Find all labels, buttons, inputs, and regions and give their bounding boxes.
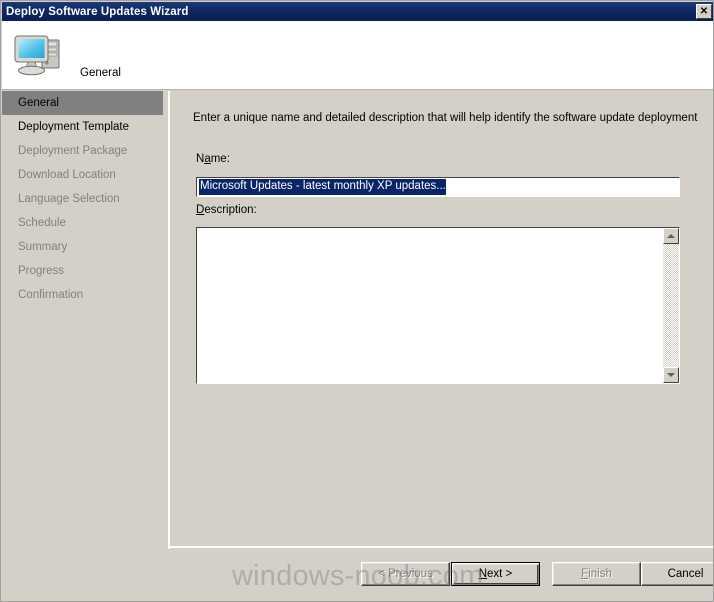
wizard-step-list: General Deployment Template Deployment P… — [2, 91, 169, 549]
sidebar-item-schedule[interactable]: Schedule — [2, 211, 169, 235]
sidebar-item-progress[interactable]: Progress — [2, 259, 169, 283]
sidebar-item-label: Schedule — [18, 217, 66, 229]
sidebar-item-label: Progress — [18, 265, 65, 277]
description-input[interactable] — [196, 227, 680, 384]
next-button-label: Next > — [478, 568, 513, 580]
sidebar-item-summary[interactable]: Summary — [2, 235, 169, 259]
previous-button-label: < Previous — [378, 568, 433, 580]
name-input-value: Microsoft Updates - latest monthly XP up… — [199, 179, 446, 195]
button-bar: < Previous Next > Finish Cancel — [170, 548, 713, 601]
sidebar-item-label: Confirmation — [18, 289, 84, 301]
scrollbar-up-button[interactable] — [663, 228, 679, 244]
finish-button[interactable]: Finish — [552, 562, 641, 586]
finish-button-label: Finish — [581, 568, 612, 580]
sidebar-item-label: Deployment Package — [18, 145, 128, 157]
wizard-header: General — [2, 21, 713, 90]
sidebar-item-label: Language Selection — [18, 193, 120, 205]
sidebar-bottom-edge — [2, 549, 169, 550]
sidebar-item-label: General — [18, 97, 59, 109]
arrow-down-icon — [667, 373, 675, 377]
sidebar-item-deployment-template[interactable]: Deployment Template — [2, 115, 169, 139]
name-label: Name: — [196, 153, 230, 165]
instruction-text: Enter a unique name and detailed descrip… — [193, 112, 698, 124]
cancel-button-label: Cancel — [667, 568, 704, 580]
window-title: Deploy Software Updates Wizard — [6, 5, 189, 18]
sidebar-item-download-location[interactable]: Download Location — [2, 163, 169, 187]
cancel-button[interactable]: Cancel — [641, 562, 713, 586]
next-button[interactable]: Next > — [451, 562, 540, 586]
close-icon: ✕ — [699, 5, 709, 17]
wizard-content: Enter a unique name and detailed descrip… — [170, 91, 713, 546]
name-input[interactable]: Microsoft Updates - latest monthly XP up… — [196, 177, 680, 197]
title-bar[interactable]: Deploy Software Updates Wizard ✕ — [2, 2, 713, 21]
description-scrollbar[interactable] — [663, 228, 679, 383]
description-textarea[interactable] — [197, 228, 663, 383]
sidebar-item-confirmation[interactable]: Confirmation — [2, 283, 169, 307]
close-button[interactable]: ✕ — [696, 4, 712, 19]
previous-button[interactable]: < Previous — [361, 562, 450, 586]
sidebar-item-label: Summary — [18, 241, 68, 253]
sidebar-item-general[interactable]: General — [2, 91, 163, 115]
page-title: General — [80, 67, 121, 79]
next-accelerator: N — [478, 568, 488, 580]
wizard-window: Deploy Software Updates Wizard ✕ General… — [0, 0, 714, 602]
sidebar-item-label: Download Location — [18, 169, 116, 181]
sidebar-item-label: Deployment Template — [18, 121, 130, 133]
sidebar-item-deployment-package[interactable]: Deployment Package — [2, 139, 169, 163]
description-label: Description: — [196, 204, 257, 216]
sidebar-item-language-selection[interactable]: Language Selection — [2, 187, 169, 211]
scrollbar-down-button[interactable] — [663, 367, 679, 383]
computer-icon — [14, 35, 60, 76]
arrow-up-icon — [667, 234, 675, 238]
